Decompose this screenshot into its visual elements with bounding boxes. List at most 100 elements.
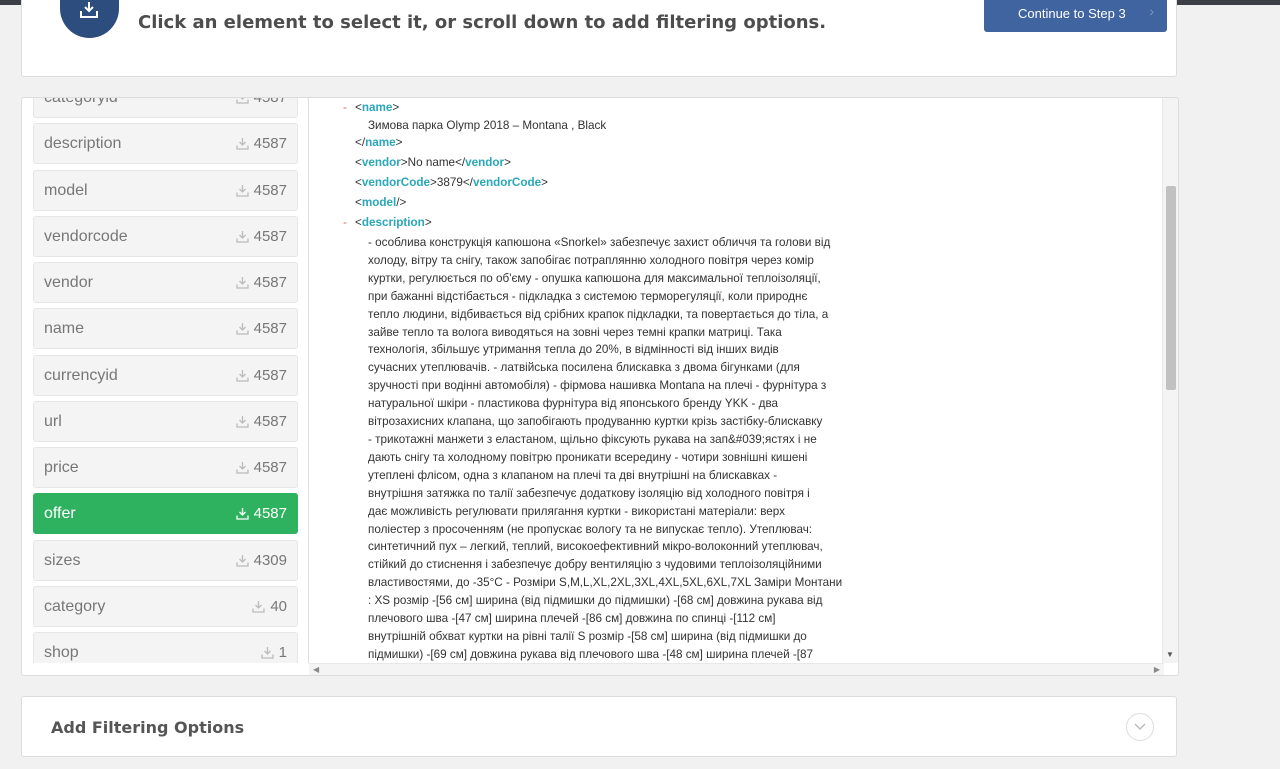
element-item-label: vendorcode	[44, 227, 128, 245]
instruction-text: Click an element to select it, or scroll…	[138, 12, 827, 33]
element-item-count: 4309	[235, 552, 287, 569]
step-header: Click an element to select it, or scroll…	[21, 0, 1177, 77]
description-line: внутрішній обхват куртки на рівні талії …	[368, 629, 807, 643]
horizontal-scrollbar[interactable]: ◀ ▶	[309, 663, 1164, 675]
xml-tag[interactable]: vendorCode	[362, 176, 430, 189]
description-line: стійкий до стиснення і забезпечує добру …	[368, 558, 822, 572]
description-line: холоду, вітру та снігу, також запобігає …	[368, 253, 814, 267]
description-line: утеплені флісом, одна з клапаном на плеч…	[368, 468, 778, 482]
element-item-label: price	[44, 459, 79, 476]
xml-line-model: <model/>	[355, 196, 407, 209]
element-item-description[interactable]: description 4587	[33, 123, 298, 165]
element-item-vendorcode[interactable]: vendorcode 4587	[33, 215, 298, 257]
description-line: вітрозахисних клапана, що запобігають пр…	[368, 415, 823, 429]
element-item-label: offer	[44, 505, 76, 523]
description-line: зайве тепло та волога виводяться на зовн…	[368, 325, 782, 339]
element-item-categoryid[interactable]: categoryid 4587	[33, 98, 298, 118]
element-item-model[interactable]: model 4587	[33, 169, 298, 211]
vertical-scrollbar[interactable]: ▼	[1162, 98, 1178, 663]
element-item-url[interactable]: url 4587	[33, 400, 298, 442]
scroll-down-arrow-icon[interactable]: ▼	[1166, 650, 1174, 659]
element-item-offer[interactable]: offer 4587	[33, 493, 298, 535]
download-icon	[235, 508, 249, 520]
collapse-toggle[interactable]: -	[343, 216, 347, 229]
description-line: технологія, збільшує утримання тепла до …	[368, 343, 779, 357]
description-line: сучасних утеплювачів. - латвійська посил…	[368, 361, 800, 375]
xml-line-vendor: <vendor>No name</vendor>	[355, 156, 511, 169]
xml-tag[interactable]: vendor	[465, 156, 504, 169]
download-icon	[235, 138, 249, 150]
element-item-count: 4587	[235, 505, 287, 522]
step-icon-circle	[60, 0, 119, 38]
download-icon	[235, 415, 249, 428]
continue-to-step-3-button[interactable]: Continue to Step 3 ›	[984, 0, 1167, 32]
element-item-count: 4587	[235, 459, 287, 476]
xml-description-text: - особлива конструкція капюшона «Snorkel…	[368, 234, 843, 663]
element-item-count: 4587	[235, 135, 287, 152]
element-list[interactable]: categoryid4587description4587model4587ve…	[33, 98, 300, 663]
xml-tag[interactable]: vendor	[362, 156, 401, 169]
element-item-label: sizes	[44, 551, 81, 569]
download-icon	[235, 369, 249, 382]
element-item-name[interactable]: name 4587	[33, 308, 298, 350]
description-line: зручності при водінні автомобіля) - фірм…	[368, 379, 827, 393]
element-item-count: 4587	[235, 320, 287, 337]
description-line: плечового шва -[47 см] ширина плечей -[8…	[368, 612, 776, 626]
element-item-sizes[interactable]: sizes 4309	[33, 539, 298, 581]
collapse-toggle[interactable]: -	[343, 101, 347, 114]
element-item-count: 4587	[235, 182, 287, 199]
element-item-count: 1	[261, 644, 287, 661]
element-item-count: 4587	[235, 98, 287, 106]
element-item-vendor[interactable]: vendor 4587	[33, 262, 298, 303]
download-icon	[235, 554, 249, 567]
xml-tag[interactable]: name	[362, 101, 393, 114]
chevron-right-icon: ›	[1149, 3, 1154, 19]
description-line: - особлива конструкція капюшона «Snorkel…	[368, 236, 831, 249]
description-line: властивостями, до -35°C - Розміри S,M,L,…	[368, 576, 843, 590]
filtering-options-title: Add Filtering Options	[51, 718, 245, 737]
element-item-count: 4587	[235, 413, 287, 430]
xml-tag[interactable]: description	[362, 216, 425, 229]
description-line: натуральної шкіри - пластикова фурнітура…	[368, 397, 779, 411]
xml-tag[interactable]: vendorCode	[473, 176, 541, 189]
element-item-label: url	[44, 412, 62, 430]
element-item-count: 4587	[235, 228, 287, 245]
xml-vendor-value: No name	[407, 156, 456, 169]
xml-name-value: Зимова парка Olymp 2018 – Montana , Blac…	[368, 119, 607, 132]
xml-preview[interactable]: - <name> Зимова парка Olymp 2018 – Monta…	[309, 98, 1164, 663]
xml-vendorcode-value: 3879	[436, 176, 463, 189]
element-item-count: 40	[252, 598, 287, 615]
download-icon	[252, 600, 265, 613]
element-item-count: 4587	[235, 367, 287, 384]
filtering-options-section[interactable]: Add Filtering Options	[21, 696, 1177, 757]
xml-tag[interactable]: model	[362, 196, 396, 209]
download-icon	[235, 277, 249, 289]
expand-filtering-button[interactable]	[1126, 713, 1154, 741]
description-line: куртки, регулюється по об'єму - опушка к…	[368, 271, 821, 285]
download-icon	[235, 230, 249, 243]
element-item-currencyid[interactable]: currencyid 4587	[33, 354, 298, 396]
element-item-label: currencyid	[44, 366, 118, 384]
xml-line-name-close: </name>	[355, 136, 403, 149]
scrollbar-thumb[interactable]	[1166, 186, 1176, 390]
scroll-left-arrow-icon[interactable]: ◀	[313, 665, 319, 674]
element-item-shop[interactable]: shop 1	[33, 632, 298, 663]
element-item-label: model	[44, 181, 88, 199]
description-line: поліестер з просоченням (не пропускає во…	[368, 522, 813, 536]
element-selector-panel: categoryid4587description4587model4587ve…	[21, 97, 1179, 676]
element-item-category[interactable]: category 40	[33, 585, 298, 627]
download-icon	[261, 647, 274, 659]
xml-line-vendorcode: <vendorCode>3879</vendorCode>	[355, 176, 548, 189]
description-line: - трикотажні манжети з еластаном, щільно…	[368, 432, 817, 446]
element-item-label: category	[44, 597, 106, 615]
element-item-label: name	[44, 320, 85, 338]
download-icon	[235, 323, 249, 335]
element-item-label: vendor	[44, 274, 93, 291]
description-line: : XS розмір -[56 см] ширина (від підмишк…	[368, 594, 823, 608]
description-line: підмишки) -[69 см] довжина рукава від пл…	[368, 647, 813, 661]
chevron-down-icon	[1134, 723, 1146, 731]
xml-tag[interactable]: name	[365, 136, 396, 149]
scroll-right-arrow-icon[interactable]: ▶	[1154, 665, 1160, 674]
download-icon	[235, 184, 249, 197]
element-item-price[interactable]: price 4587	[33, 447, 298, 488]
